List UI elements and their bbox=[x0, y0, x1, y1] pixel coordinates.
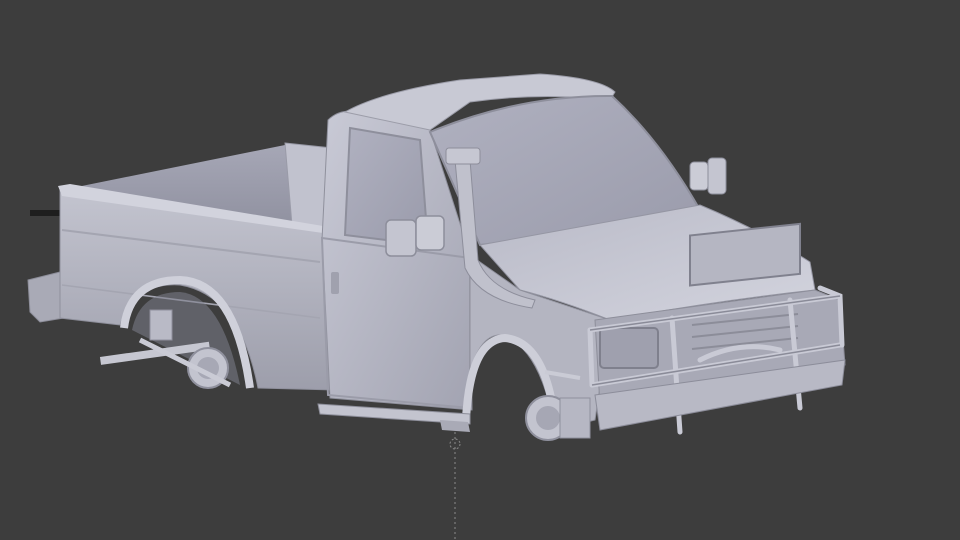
door-handle bbox=[331, 272, 339, 294]
origin-marker bbox=[449, 432, 461, 540]
snorkel-head bbox=[445, 147, 481, 165]
tow-hitch bbox=[30, 210, 60, 216]
viewport-canvas[interactable] bbox=[0, 0, 960, 540]
side-mirror-left-2 bbox=[415, 215, 445, 251]
headlight bbox=[599, 327, 659, 369]
truck-mesh[interactable] bbox=[27, 73, 846, 441]
3d-viewport[interactable] bbox=[0, 0, 960, 540]
side-mirror-right-2 bbox=[707, 157, 727, 195]
side-mirror-right bbox=[689, 161, 709, 191]
side-mirror-left bbox=[385, 219, 417, 257]
rear-bumper bbox=[27, 271, 65, 323]
